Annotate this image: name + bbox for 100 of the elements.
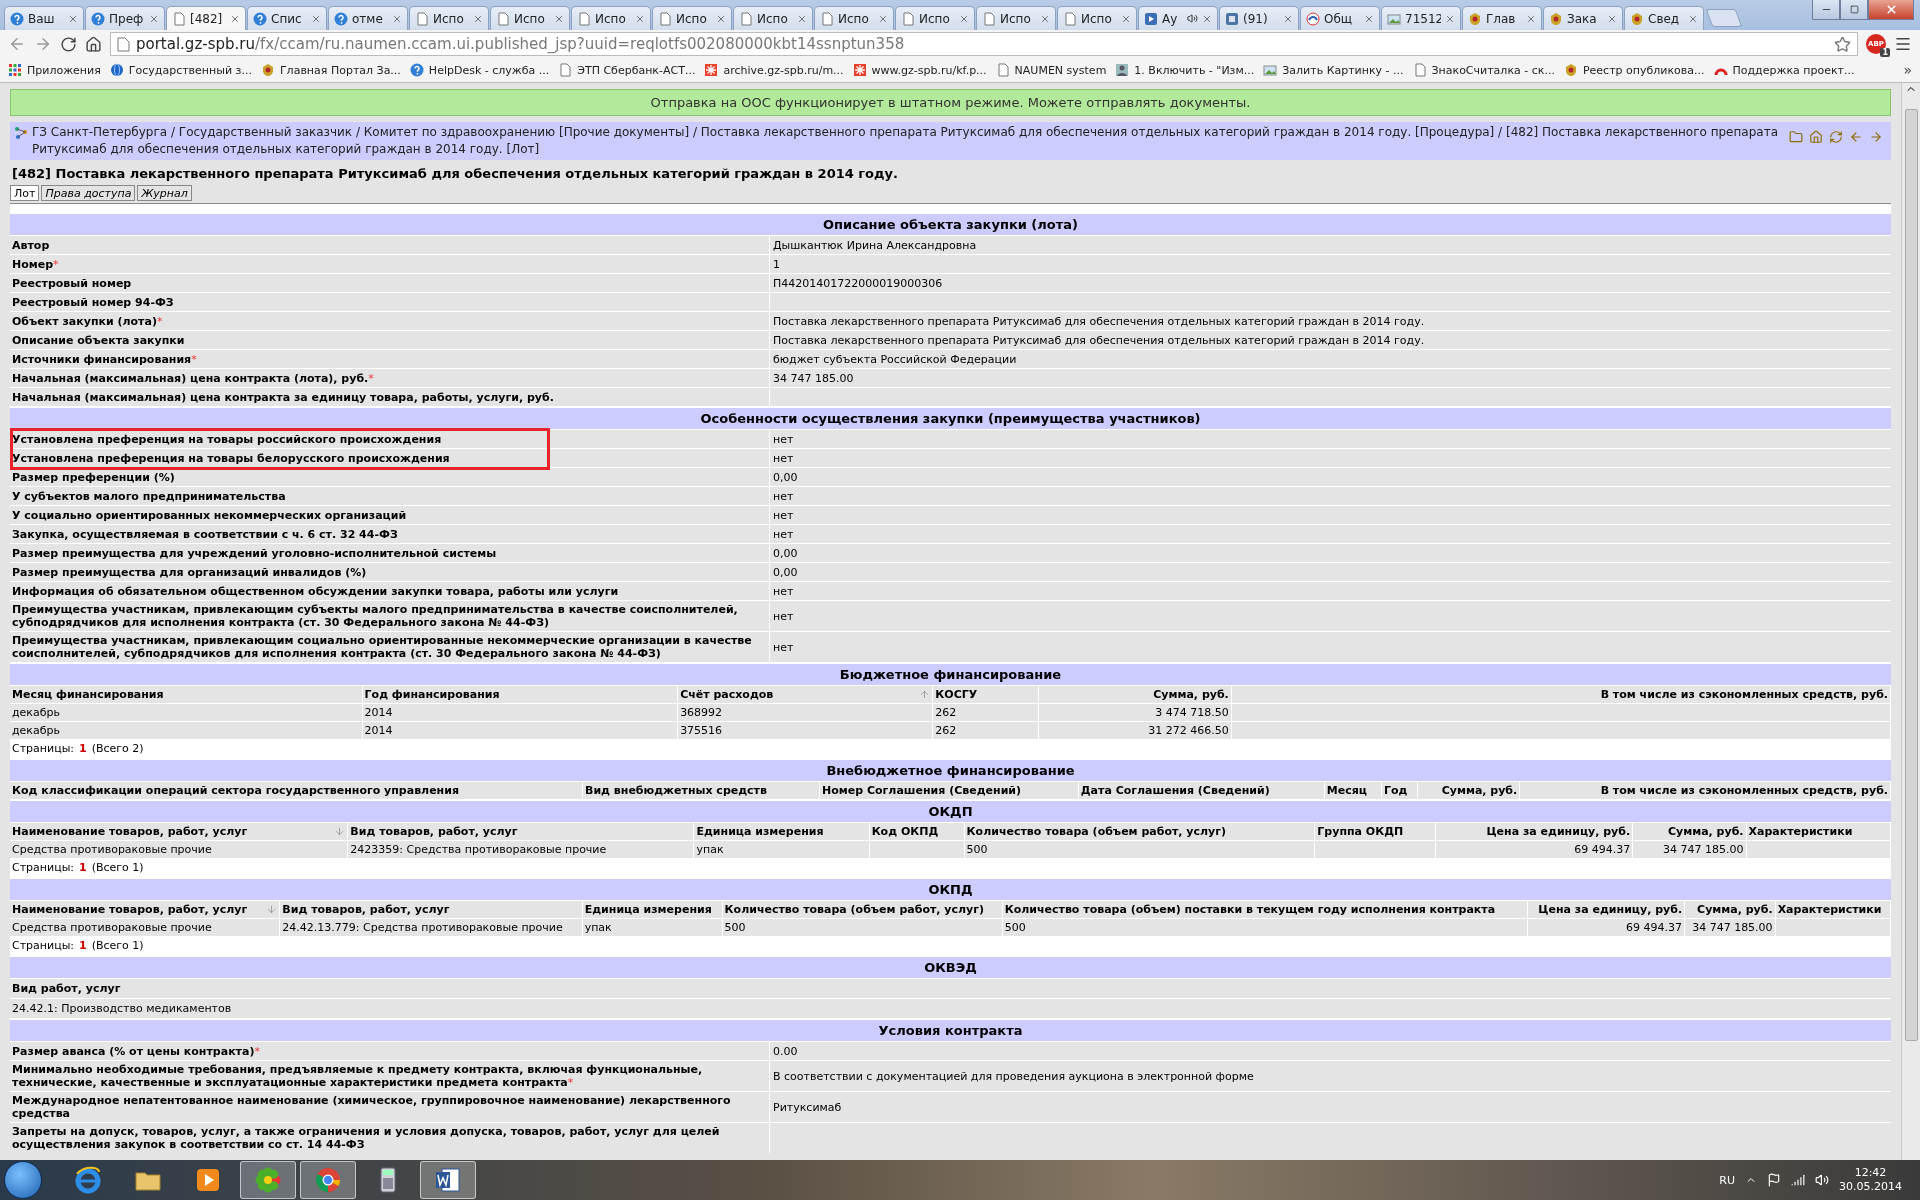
close-icon[interactable] [473,13,483,24]
browser-tab[interactable]: Глав [1462,6,1542,30]
scrollbar[interactable] [1901,83,1920,1160]
table-cell: 368992 [677,703,933,722]
bookmark-item[interactable]: Поддержка проект... [1713,63,1855,77]
maximize-icon [1849,5,1859,14]
close-icon[interactable] [1526,13,1536,24]
field-value: нет [772,488,795,505]
page-icon [820,11,834,26]
bookmark-item[interactable]: 1. Включить - "Изм... [1115,63,1255,77]
browser-tab[interactable]: Испо [733,6,813,30]
close-icon[interactable] [149,13,159,24]
page-tab[interactable]: Журнал [137,185,192,201]
back-icon[interactable] [1849,130,1863,144]
bookmark-item[interactable]: Главная Портал За... [260,63,401,77]
volume-icon[interactable] [1815,1173,1829,1187]
field-value: нет [772,608,795,625]
browser-tab[interactable]: Испо [409,6,489,30]
start-button[interactable] [4,1161,42,1199]
page-link[interactable]: 1 [79,861,87,874]
close-icon[interactable] [1121,13,1131,24]
close-icon[interactable] [554,13,564,24]
close-icon[interactable] [1040,13,1050,24]
language-indicator[interactable]: RU [1719,1173,1735,1187]
close-icon[interactable] [1283,13,1293,24]
bookmark-item[interactable]: Приложения [8,63,101,77]
bookmark-item[interactable]: ЗнакоСчиталка - ск... [1412,63,1555,77]
close-icon[interactable] [1607,13,1617,24]
browser-tab[interactable]: Испо [652,6,732,30]
document-app-icon [433,1165,463,1195]
column-header: Месяц финансирования [10,685,363,704]
table-cell: 2014 [362,703,678,722]
browser-tab[interactable]: Испо [490,6,570,30]
bookmark-item[interactable]: ЭТП Сбербанк-АСТ... [558,63,696,77]
close-icon[interactable] [959,13,969,24]
browser-tab[interactable]: Спис [247,6,327,30]
bookmark-item[interactable]: NAUMEN system [995,63,1107,77]
page-link[interactable]: 1 [79,939,87,952]
column-header[interactable]: Наименование товаров, работ, услуг [10,822,348,841]
minimize-button[interactable] [1812,0,1840,20]
close-icon[interactable] [1688,13,1698,24]
page-link[interactable]: 1 [79,742,87,755]
close-icon[interactable] [716,13,726,24]
forward-icon[interactable] [1869,130,1883,144]
folder-icon[interactable] [1789,130,1803,144]
close-icon[interactable] [230,13,240,24]
address-field[interactable]: portal.gz-spb.ru/fx/ccam/ru.naumen.ccam.ui.published_jsp?uuid=reqlotfs002080000kbt14ssnptun358 [110,32,1858,56]
close-icon[interactable] [1202,13,1212,24]
browser-tab[interactable]: Испо [814,6,894,30]
bookmark-item[interactable]: archive.gz-spb.ru/m... [704,63,844,77]
bookmark-item[interactable]: Залить Картинку - ... [1263,63,1404,77]
browser-tab[interactable]: Испо [571,6,651,30]
bookmark-item[interactable]: Государственный з... [109,63,252,77]
browser-tab[interactable]: Зака [1543,6,1623,30]
bookmark-item[interactable]: www.gz-spb.ru/kf.p... [852,63,987,77]
reload-icon[interactable] [60,35,77,53]
column-header[interactable]: Счёт расходов [677,685,933,704]
section-heading: ОКПД [10,877,1891,900]
browser-tab[interactable]: Испо [1057,6,1137,30]
page-icon [172,11,186,26]
play-icon [1144,11,1158,26]
browser-tab[interactable]: отме [328,6,408,30]
bookmark-item[interactable]: Реестр опубликова... [1563,63,1705,77]
browser-tab[interactable]: Свед [1624,6,1704,30]
maximize-button[interactable] [1840,0,1868,20]
flag-icon[interactable] [1767,1173,1781,1187]
column-header[interactable]: Наименование товаров, работ, услуг [10,900,280,919]
bookmark-star-icon[interactable] [1834,35,1851,53]
taskbar-button[interactable] [420,1161,476,1199]
refresh-icon[interactable] [1829,130,1843,144]
close-icon[interactable] [797,13,807,24]
scroll-thumb[interactable] [1904,109,1918,1041]
menu-icon[interactable] [1894,35,1912,53]
network-icon[interactable] [1791,1173,1805,1187]
clock[interactable]: 12:42 30.05.2014 [1839,1166,1902,1194]
browser-tab[interactable]: Ау [1138,6,1218,30]
browser-tab[interactable]: (91) [1219,6,1299,30]
forward-icon[interactable] [34,35,52,53]
browser-tab[interactable]: Ваш [4,6,84,30]
close-icon[interactable] [1364,13,1374,24]
browser-tab[interactable]: [482] [166,6,246,30]
close-icon[interactable] [311,13,321,24]
close-icon[interactable] [1445,13,1455,24]
close-icon[interactable] [878,13,888,24]
browser-tab[interactable]: Испо [976,6,1056,30]
page-icon [995,63,1010,77]
browser-tab[interactable]: Общ [1300,6,1380,30]
emblem-icon [1549,11,1563,26]
page-tab[interactable]: Права доступа [41,185,136,201]
page-tab[interactable]: Лот [10,185,40,201]
close-button[interactable] [1868,0,1914,20]
browser-tab[interactable]: Испо [895,6,975,30]
home-icon[interactable] [85,35,102,53]
close-icon[interactable] [635,13,645,24]
browser-tab[interactable]: Преф [85,6,165,30]
close-icon[interactable] [392,13,402,24]
more-bookmarks-button[interactable]: » [1903,62,1912,78]
close-icon[interactable] [68,13,78,24]
back-icon[interactable] [8,35,26,53]
bookmark-item[interactable]: HelpDesk - служба ... [409,63,550,77]
